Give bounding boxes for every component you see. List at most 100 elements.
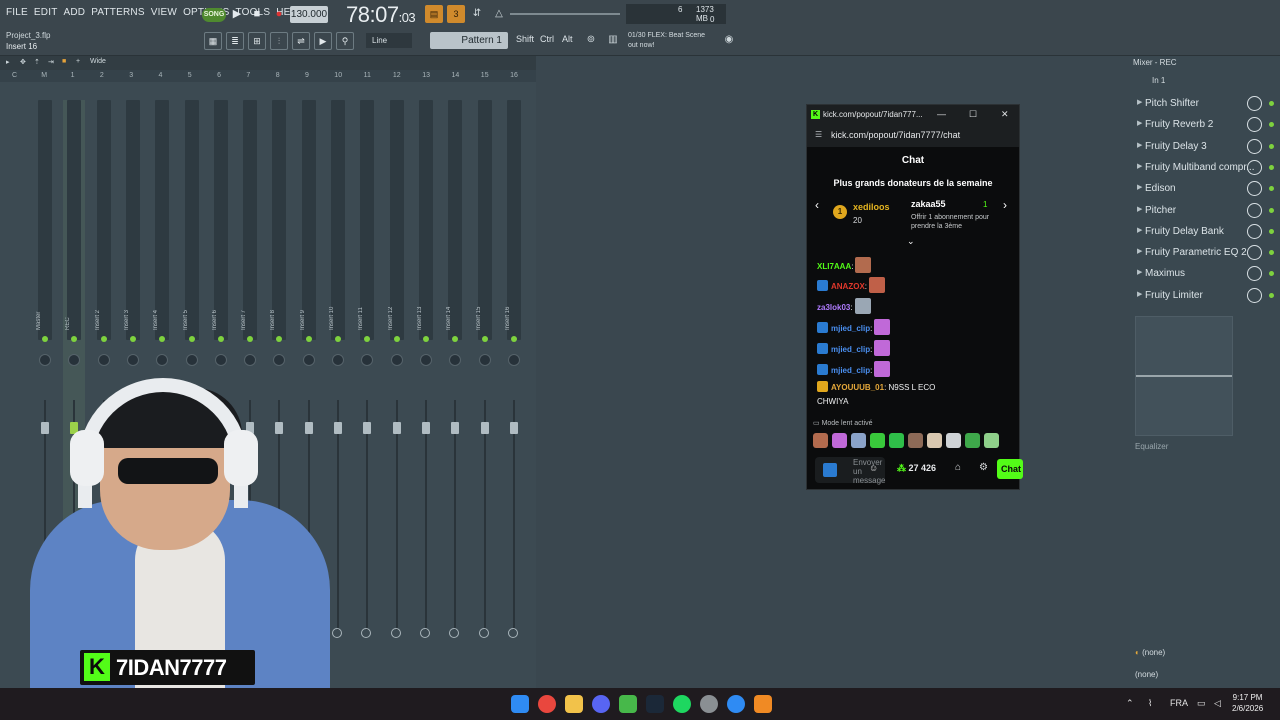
track-pan-knob[interactable] <box>68 354 81 366</box>
slot-expand-icon[interactable]: ▶ <box>1137 183 1142 191</box>
slot-mix-knob[interactable] <box>1247 181 1262 197</box>
top-donor-name[interactable]: xediloos <box>853 202 890 212</box>
slot-enable-led[interactable] <box>1269 143 1274 149</box>
track-enable-led[interactable] <box>129 336 136 342</box>
track-enable-led[interactable] <box>71 336 78 342</box>
track-pan-knob[interactable] <box>39 354 51 366</box>
slot-enable-led[interactable] <box>1269 292 1274 298</box>
effect-slot[interactable]: ▶ Fruity Reverb 2 <box>1134 115 1276 135</box>
maximize-icon[interactable]: ☐ <box>969 109 977 120</box>
slot-enable-led[interactable] <box>1269 164 1274 170</box>
shift-key[interactable]: Shift <box>516 34 534 44</box>
track-route-knob[interactable] <box>361 628 372 638</box>
discord-icon[interactable] <box>592 695 610 713</box>
steam-icon[interactable] <box>646 695 664 713</box>
close-icon[interactable]: ✕ <box>1001 109 1009 120</box>
effect-slot[interactable]: ▶ Pitch Shifter <box>1134 94 1276 114</box>
emote-3[interactable] <box>851 433 866 448</box>
chat-username[interactable]: ANAZOX <box>831 282 865 291</box>
online-icon[interactable]: ◉ <box>720 32 738 48</box>
track-pan-knob[interactable] <box>214 354 227 366</box>
slot-mix-knob[interactable] <box>1247 223 1262 239</box>
slot-mix-knob[interactable] <box>1247 202 1262 218</box>
track-enable-led[interactable] <box>452 336 459 342</box>
channel-points[interactable]: ⁂ 27 426 <box>897 463 936 474</box>
emote-10[interactable] <box>984 433 999 448</box>
slot-enable-led[interactable] <box>1269 250 1274 256</box>
snap-select[interactable]: Line <box>366 33 412 48</box>
site-info-icon[interactable]: ☰ <box>815 130 822 139</box>
file-explorer-icon[interactable] <box>565 695 583 713</box>
track-pan-knob[interactable] <box>185 354 198 366</box>
mic-icon[interactable]: ⚲ <box>336 32 354 50</box>
track-enable-led[interactable] <box>481 336 488 342</box>
slot-expand-icon[interactable]: ▶ <box>1137 226 1142 234</box>
effect-slot[interactable]: ▶ Fruity Parametric EQ 2 <box>1134 243 1276 263</box>
slot-expand-icon[interactable]: ▶ <box>1137 141 1142 149</box>
route-none-2[interactable]: (none) <box>1135 670 1158 679</box>
track-pan-knob[interactable] <box>126 354 139 366</box>
settings-gear-icon[interactable]: ⚙ <box>979 462 988 473</box>
effect-slot[interactable]: ▶ Maximus <box>1134 264 1276 284</box>
slot-enable-led[interactable] <box>1269 271 1274 277</box>
slot-expand-icon[interactable]: ▶ <box>1137 162 1142 170</box>
alt-key[interactable]: Alt <box>562 34 573 44</box>
chat-username[interactable]: AYOUUUB_01 <box>831 383 884 392</box>
slot-mix-knob[interactable] <box>1247 138 1262 154</box>
menu-patterns[interactable]: PATTERNS <box>91 7 144 18</box>
tempo-display[interactable]: 130.000 <box>290 6 328 23</box>
track-enable-led[interactable] <box>42 336 48 342</box>
slot-mix-knob[interactable] <box>1247 96 1262 111</box>
volume-icon[interactable]: ◁ <box>1214 698 1221 709</box>
slot-expand-icon[interactable]: ▶ <box>1137 119 1142 127</box>
slot-mix-knob[interactable] <box>1247 117 1262 133</box>
slot-enable-led[interactable] <box>1269 101 1274 106</box>
ctrl-key[interactable]: Ctrl <box>540 34 554 44</box>
track-enable-led[interactable] <box>305 336 312 342</box>
effect-slot[interactable]: ▶ Fruity Delay 3 <box>1134 137 1276 157</box>
chat-username[interactable]: za3lok03 <box>817 303 850 312</box>
track-route-knob[interactable] <box>449 628 460 638</box>
effect-slot[interactable]: ▶ Pitcher <box>1134 201 1276 221</box>
track-pan-knob[interactable] <box>449 354 462 366</box>
piano-roll-icon[interactable]: ≣ <box>226 32 244 50</box>
slot-enable-led[interactable] <box>1269 228 1274 234</box>
track-enable-led[interactable] <box>422 336 429 342</box>
pattern-song-icon[interactable]: ▤ <box>425 5 443 23</box>
track-enable-led[interactable] <box>217 336 224 342</box>
obs-icon[interactable] <box>700 695 718 713</box>
donors-prev-icon[interactable]: ‹ <box>815 198 819 212</box>
emote-5[interactable] <box>889 433 904 448</box>
mixer-icon[interactable]: ⫶ <box>270 32 288 50</box>
track-pan-knob[interactable] <box>244 354 257 366</box>
countdown-icon[interactable]: 3 <box>447 5 465 23</box>
slot-mix-knob[interactable] <box>1247 159 1262 175</box>
track-enable-led[interactable] <box>276 336 283 342</box>
chat-url-bar[interactable]: ☰ kick.com/popout/7idan7777/chat <box>807 125 1019 147</box>
metronome-icon[interactable]: △ <box>490 6 508 22</box>
slot-enable-led[interactable] <box>1269 186 1274 192</box>
track-enable-led[interactable] <box>510 336 517 342</box>
mixer-view-mode[interactable]: Wide <box>90 58 106 65</box>
effect-slot[interactable]: ▶ Edison <box>1134 179 1276 199</box>
track-volume-fader[interactable] <box>363 422 372 434</box>
chrome-2-icon[interactable] <box>727 695 745 713</box>
track-volume-fader[interactable] <box>509 422 518 434</box>
track-enable-led[interactable] <box>393 336 400 342</box>
track-enable-led[interactable] <box>364 336 371 342</box>
slot-enable-led[interactable] <box>1269 122 1274 128</box>
stop-icon[interactable]: ■ <box>248 6 266 22</box>
chat-username[interactable]: mjied_clip <box>831 324 870 333</box>
effect-slot[interactable]: ▶ Fruity Delay Bank <box>1134 222 1276 242</box>
track-volume-fader[interactable] <box>480 422 489 434</box>
track-volume-fader[interactable] <box>421 422 430 434</box>
track-pan-knob[interactable] <box>478 354 491 366</box>
play-icon[interactable]: ▶ <box>228 6 246 22</box>
mixer-highlight-icon[interactable]: ■ <box>62 58 66 65</box>
donors-next-icon[interactable]: › <box>1003 198 1007 212</box>
track-pan-knob[interactable] <box>361 354 374 366</box>
emote-1[interactable] <box>813 433 828 448</box>
record-icon[interactable]: ● <box>270 6 288 22</box>
wait-icon[interactable]: ⇵ <box>468 6 486 22</box>
network-icon[interactable]: ▭ <box>1197 698 1206 709</box>
